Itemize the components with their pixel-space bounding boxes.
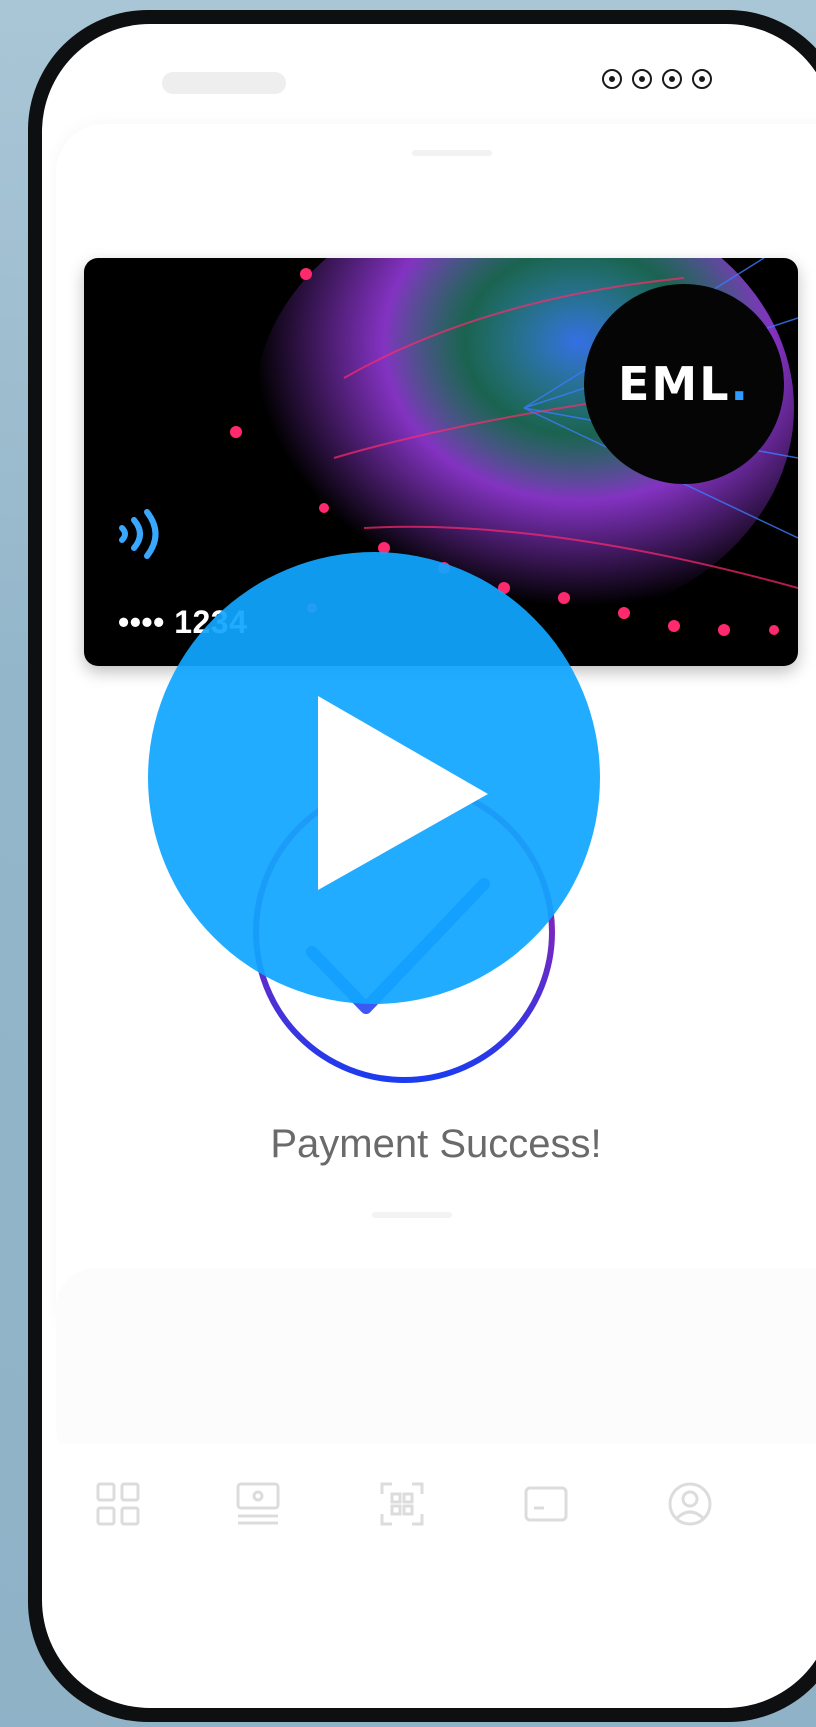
- status-indicator: [632, 69, 652, 89]
- profile-icon: [668, 1482, 712, 1526]
- lower-sheet-handle[interactable]: [372, 1212, 452, 1218]
- brand-name: EML: [618, 357, 731, 411]
- payment-status-text: Payment Success!: [270, 1122, 602, 1166]
- status-indicator: [692, 69, 712, 89]
- brand-dot: .: [730, 357, 750, 411]
- status-indicator: [662, 69, 682, 89]
- bottom-tab-bar: [42, 1444, 816, 1574]
- card-brand-badge: EML.: [584, 284, 784, 484]
- grid-icon: [96, 1482, 140, 1526]
- card-icon: [524, 1486, 568, 1522]
- tab-scan[interactable]: [378, 1480, 426, 1528]
- qr-scan-icon: [380, 1482, 424, 1526]
- tab-profile[interactable]: [666, 1480, 714, 1528]
- play-icon: [318, 696, 488, 890]
- cash-icon: [236, 1482, 280, 1525]
- sheet-drag-handle[interactable]: [412, 150, 492, 156]
- signal-dots-icon: [602, 69, 712, 89]
- video-play-button[interactable]: [148, 552, 600, 1004]
- tab-cards[interactable]: [522, 1480, 570, 1528]
- tab-cash[interactable]: [234, 1480, 282, 1528]
- brand-logo: EML.: [584, 284, 784, 484]
- status-indicator: [602, 69, 622, 89]
- tab-dashboard[interactable]: [94, 1480, 142, 1528]
- status-bar-pill: [162, 72, 286, 94]
- lower-panel: [56, 1268, 816, 1468]
